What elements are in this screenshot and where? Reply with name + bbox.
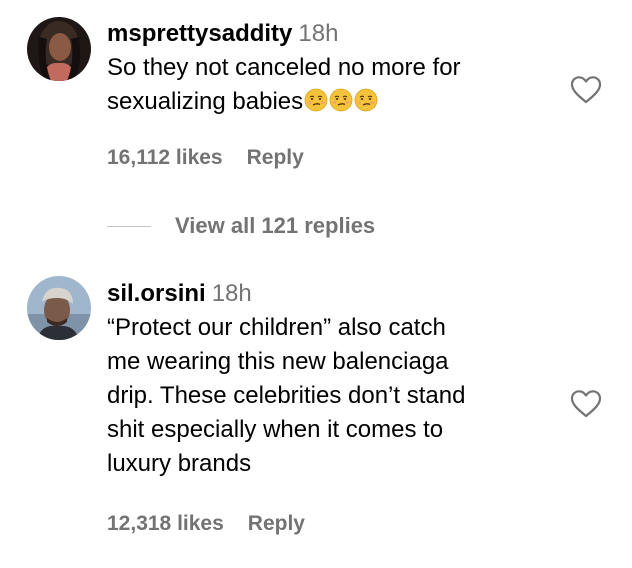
- like-count[interactable]: 16,112 likes: [107, 146, 223, 169]
- comment-text: “Protect our children” also catch me wea…: [107, 311, 557, 481]
- comment-text-line: drip. These celebrities don’t stand: [107, 382, 466, 409]
- comment-timestamp: 18h: [298, 20, 339, 47]
- smirk-emoji-icon: [304, 88, 328, 112]
- comment-text-line: me wearing this new balenciaga: [107, 348, 449, 375]
- comment-text-line: shit especially when it comes to: [107, 416, 444, 443]
- reply-button[interactable]: Reply: [247, 146, 304, 169]
- comment-text-line: So they not canceled no more for: [107, 54, 461, 81]
- comment-meta: 12,318 likes Reply: [107, 512, 305, 536]
- comment-text-line: sexualizing babies: [107, 88, 304, 115]
- avatar[interactable]: [27, 276, 91, 340]
- comment-text-line: luxury brands: [107, 450, 252, 477]
- comment-text-line-with-emoji: sexualizing babies: [107, 85, 557, 119]
- comment-username[interactable]: sil.orsini: [107, 280, 206, 307]
- comment-username[interactable]: msprettysaddity: [107, 20, 292, 47]
- smirk-emoji-icon: [354, 88, 378, 112]
- replies-divider: [107, 225, 151, 227]
- comment-text-line: “Protect our children” also catch: [107, 314, 446, 341]
- view-replies-row[interactable]: View all 121 replies: [107, 211, 375, 241]
- comment-text: So they not canceled no more for sexuali…: [107, 51, 557, 119]
- like-heart-icon[interactable]: [570, 75, 602, 105]
- smirk-emoji-icon: [329, 88, 353, 112]
- comment-meta: 16,112 likes Reply: [107, 146, 304, 170]
- like-count[interactable]: 12,318 likes: [107, 512, 224, 535]
- view-replies-button[interactable]: View all 121 replies: [175, 213, 375, 239]
- comment-timestamp: 18h: [211, 280, 252, 307]
- like-heart-icon[interactable]: [570, 389, 602, 419]
- reply-button[interactable]: Reply: [248, 512, 305, 535]
- avatar[interactable]: [27, 17, 91, 81]
